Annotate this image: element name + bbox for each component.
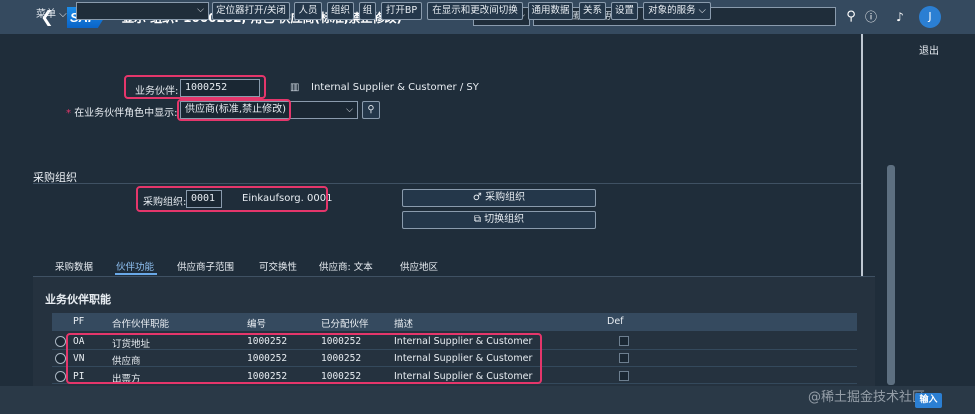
settings-button[interactable]: 设置 [611,2,638,20]
highlight-box [136,186,328,212]
column-header-description[interactable]: 描述 [394,316,413,330]
object-services-label: 对象的服务 [648,5,696,16]
bp-description: Internal Supplier & Customer / SY [311,82,479,93]
tab-interchangeability[interactable]: 可交换性 [259,259,297,273]
search-icon[interactable]: ⚲ [362,101,380,119]
avatar[interactable]: J [919,6,941,28]
help-icon[interactable]: ⓘ [862,8,880,26]
exit-button[interactable]: 退出 [919,42,939,57]
switch-org-button-label: 切换组织 [484,214,525,225]
column-header-default[interactable]: Def [607,316,624,327]
menu-label: 菜单 [36,9,56,20]
toolbar-select[interactable]: ⌵ [76,2,209,20]
person-button[interactable]: 人员 [294,2,322,20]
open-bp-button[interactable]: 打开BP [381,2,422,20]
tab-supplier-subrange[interactable]: 供应商子范围 [177,259,234,273]
column-header-function[interactable]: 合作伙伴职能 [112,316,169,330]
general-data-button[interactable]: 通用数据 [528,2,573,20]
panel-title: 业务伙伴职能 [45,293,111,306]
default-checkbox[interactable] [619,353,629,363]
column-header-number[interactable]: 编号 [247,316,266,330]
scrollbar[interactable] [887,165,895,385]
relationships-button[interactable]: 关系 [579,2,606,20]
column-header-partner[interactable]: 已分配伙伴 [321,316,369,330]
required-icon: * [66,108,71,119]
menu-button[interactable]: 菜单 ⌵ [36,5,67,20]
organization-button[interactable]: 组织 [327,2,354,20]
chevron-down-icon: ⌵ [346,105,353,115]
purch-org-button[interactable]: ♂ 采购组织 [402,189,596,207]
row-selector[interactable] [55,336,66,347]
row-selector[interactable] [55,371,66,382]
row-selector[interactable] [55,353,66,364]
display-change-button[interactable]: 在显示和更改间切换 [427,2,523,20]
purch-org-button-label: 采购组织 [485,192,526,203]
table-header [52,313,857,331]
default-checkbox[interactable] [619,336,629,346]
highlight-box [177,99,291,121]
default-checkbox[interactable] [619,371,629,381]
chevron-down-icon: ⌵ [197,5,204,15]
tab-supply-region[interactable]: 供应地区 [400,259,438,273]
group-button[interactable]: 组 [359,2,376,20]
tab-partner-functions[interactable]: 伙伴功能 [116,259,154,273]
locator-toggle-button[interactable]: 定位器打开/关闭 [212,2,290,20]
tab-purchasing-data[interactable]: 采购数据 [55,259,93,273]
highlight-box [66,333,542,384]
switch-icon: ⧉ [473,214,481,225]
enter-button[interactable]: 输入 [915,393,942,408]
divider [33,183,861,184]
org-icon: ♂ [472,192,482,203]
bp-type-icon: ▥ [290,82,300,93]
watermark: @稀土掘金技术社区 [808,390,926,405]
search-icon[interactable]: ⚲ [842,8,860,26]
role-label-text: 在业务伙伴角色中显示: [74,108,178,119]
switch-org-button[interactable]: ⧉ 切换组织 [402,211,596,229]
highlight-box [124,75,266,99]
tab-selected-indicator [115,273,157,275]
object-services-button[interactable]: 对象的服务 ⌵ [643,2,711,20]
column-header-pf[interactable]: PF [73,316,84,327]
tab-supplier-text[interactable]: 供应商: 文本 [319,259,373,273]
role-label: * 在业务伙伴角色中显示: [66,104,178,119]
bell-icon[interactable]: ♪ [891,8,909,26]
